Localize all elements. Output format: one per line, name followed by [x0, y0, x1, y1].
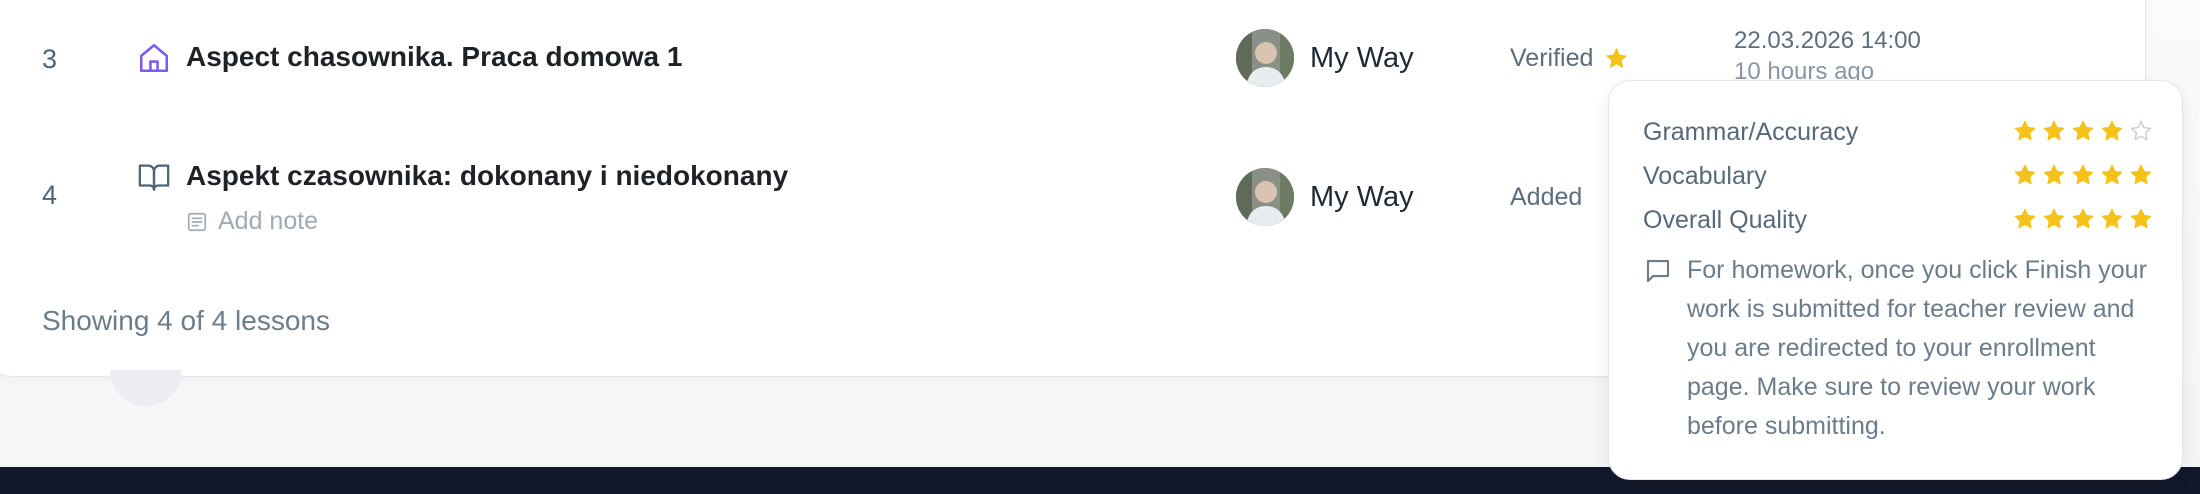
review-tooltip: Grammar/Accuracy Vocabulary Overall Qual… — [1608, 80, 2183, 480]
star-filled-icon — [2130, 164, 2152, 185]
status-label: Added — [1510, 183, 1583, 211]
star-empty-icon — [2130, 120, 2152, 141]
star-filled-icon — [2072, 120, 2094, 141]
star-filled-icon — [2014, 208, 2036, 229]
house-icon — [139, 43, 169, 73]
pagination-summary: Showing 4 of 4 lessons — [42, 305, 330, 336]
star-filled-icon — [2014, 120, 2036, 141]
decorative-shape — [110, 370, 182, 406]
status-badge: Added — [1510, 183, 1582, 212]
star-filled-icon — [2043, 120, 2065, 141]
star-filled-icon — [2072, 208, 2094, 229]
row-number: 4 — [42, 180, 58, 210]
rating-stars — [2013, 207, 2153, 231]
avatar — [1236, 29, 1294, 87]
criterion-label: Grammar/Accuracy — [1643, 118, 1859, 146]
star-filled-icon — [2130, 208, 2152, 229]
star-filled-icon — [2101, 164, 2123, 185]
message-square-icon — [1646, 259, 1670, 283]
rating-stars — [2013, 163, 2153, 187]
lesson-title[interactable]: Aspekt czasownika: dokonany i niedokonan… — [186, 160, 788, 192]
add-note-button[interactable]: Add note — [186, 207, 318, 236]
teacher-name: My Way — [1310, 181, 1414, 213]
star-filled-icon — [2101, 120, 2123, 141]
lesson-title[interactable]: Aspect chasownika. Praca domowa 1 — [186, 41, 682, 73]
star-icon — [1606, 47, 1628, 69]
rating-stars — [2013, 119, 2153, 143]
book-open-icon — [138, 164, 170, 191]
review-comment: For homework, once you click Finish your… — [1687, 256, 2147, 440]
teacher-name: My Way — [1310, 42, 1414, 74]
date-absolute: 22.03.2026 14:00 — [1734, 27, 1921, 54]
status-badge: Verified — [1510, 44, 1630, 73]
add-note-label: Add note — [218, 207, 319, 235]
criterion-label: Vocabulary — [1643, 162, 1767, 190]
avatar — [1236, 168, 1294, 226]
note-icon — [187, 212, 207, 231]
criterion-label: Overall Quality — [1643, 206, 1807, 234]
star-filled-icon — [2043, 208, 2065, 229]
row-number: 3 — [42, 44, 58, 74]
star-filled-icon — [2043, 164, 2065, 185]
star-filled-icon — [2014, 164, 2036, 185]
status-label: Verified — [1510, 44, 1594, 72]
submission-date: 22.03.2026 14:00 10 hours ago — [1734, 25, 1921, 87]
star-filled-icon — [2101, 208, 2123, 229]
star-filled-icon — [2072, 164, 2094, 185]
